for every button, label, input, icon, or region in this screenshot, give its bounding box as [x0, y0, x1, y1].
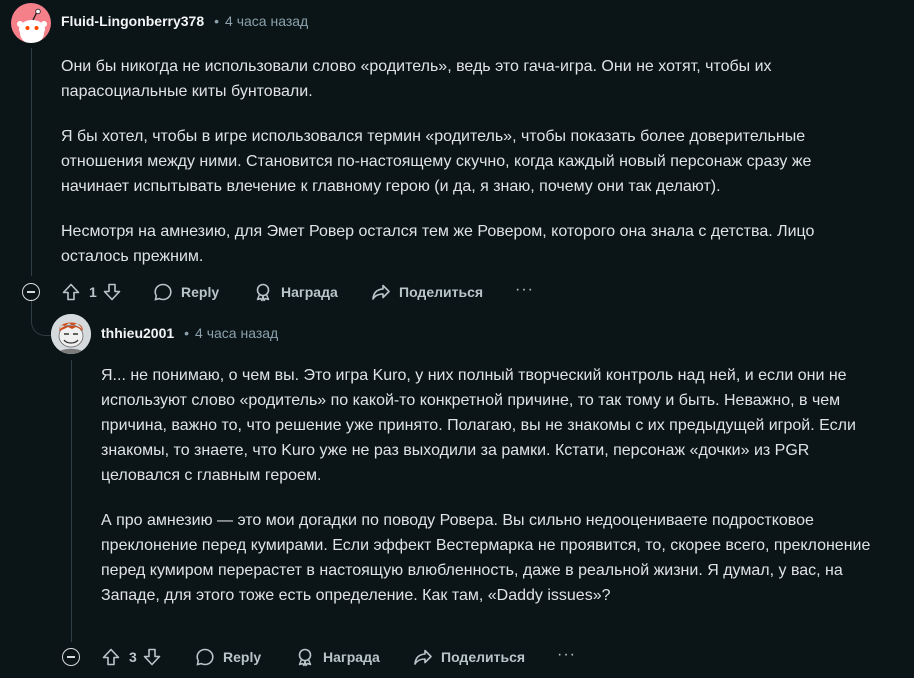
comment-body: Я... не понимаю, о чем вы. Это игра Kuro… [101, 363, 871, 608]
comment-paragraph: Я... не понимаю, о чем вы. Это игра Kuro… [101, 367, 856, 484]
comment-paragraph: Я бы хотел, чтобы в игре использовался т… [61, 128, 812, 195]
more-icon[interactable]: ··· [557, 646, 576, 664]
timestamp[interactable]: 4 часа назад [195, 325, 278, 341]
award-label: Награда [323, 649, 380, 665]
more-icon[interactable]: ··· [515, 281, 534, 299]
award-button[interactable]: Награда [295, 645, 380, 669]
comment-paragraph: А про амнезию — это мои догадки по повод… [101, 512, 871, 604]
share-icon [414, 649, 432, 665]
vote-control: 3 [101, 645, 162, 669]
upvote-icon[interactable] [61, 282, 81, 302]
reply-label: Reply [181, 284, 220, 300]
share-button[interactable]: Поделиться [371, 280, 483, 304]
username[interactable]: Fluid-Lingonberry378 [61, 13, 204, 29]
vote-count: 1 [89, 284, 97, 300]
award-icon [298, 648, 312, 667]
collapse-icon[interactable] [62, 648, 80, 666]
separator: • [184, 325, 190, 341]
collapse-icon[interactable] [22, 283, 40, 301]
downvote-icon[interactable] [142, 647, 162, 667]
vote-control: 1 [61, 280, 122, 304]
award-label: Награда [281, 284, 338, 300]
share-label: Поделиться [441, 649, 526, 665]
thread-line-2 [71, 360, 72, 642]
thread-line-1 [31, 48, 32, 276]
share-button[interactable]: Поделиться [413, 645, 525, 669]
separator: • [214, 13, 220, 29]
thread-branch [31, 299, 52, 336]
reply-icon [154, 283, 172, 301]
upvote-icon[interactable] [101, 647, 121, 667]
comment-header: Fluid-Lingonberry378 • 4 часа назад [61, 13, 308, 29]
comment-paragraph: Несмотря на амнезию, для Эмет Ровер оста… [61, 223, 815, 265]
award-button[interactable]: Награда [253, 280, 338, 304]
timestamp[interactable]: 4 часа назад [225, 13, 308, 29]
reply-label: Reply [223, 649, 262, 665]
comment-paragraph: Они бы никогда не использовали слово «ро… [61, 58, 772, 100]
comment-body: Они бы никогда не использовали слово «ро… [61, 54, 881, 269]
share-icon [372, 284, 390, 300]
user-avatar-icon[interactable] [51, 314, 91, 354]
reply-icon [196, 648, 214, 666]
award-icon [256, 283, 270, 302]
reply-button[interactable]: Reply [153, 280, 219, 304]
downvote-icon[interactable] [102, 282, 122, 302]
reply-button[interactable]: Reply [195, 645, 261, 669]
share-label: Поделиться [399, 284, 484, 300]
comment-header: thhieu2001 • 4 часа назад [101, 325, 278, 341]
vote-count: 3 [129, 649, 137, 665]
snoo-avatar-icon[interactable] [11, 3, 51, 43]
username[interactable]: thhieu2001 [101, 325, 174, 341]
